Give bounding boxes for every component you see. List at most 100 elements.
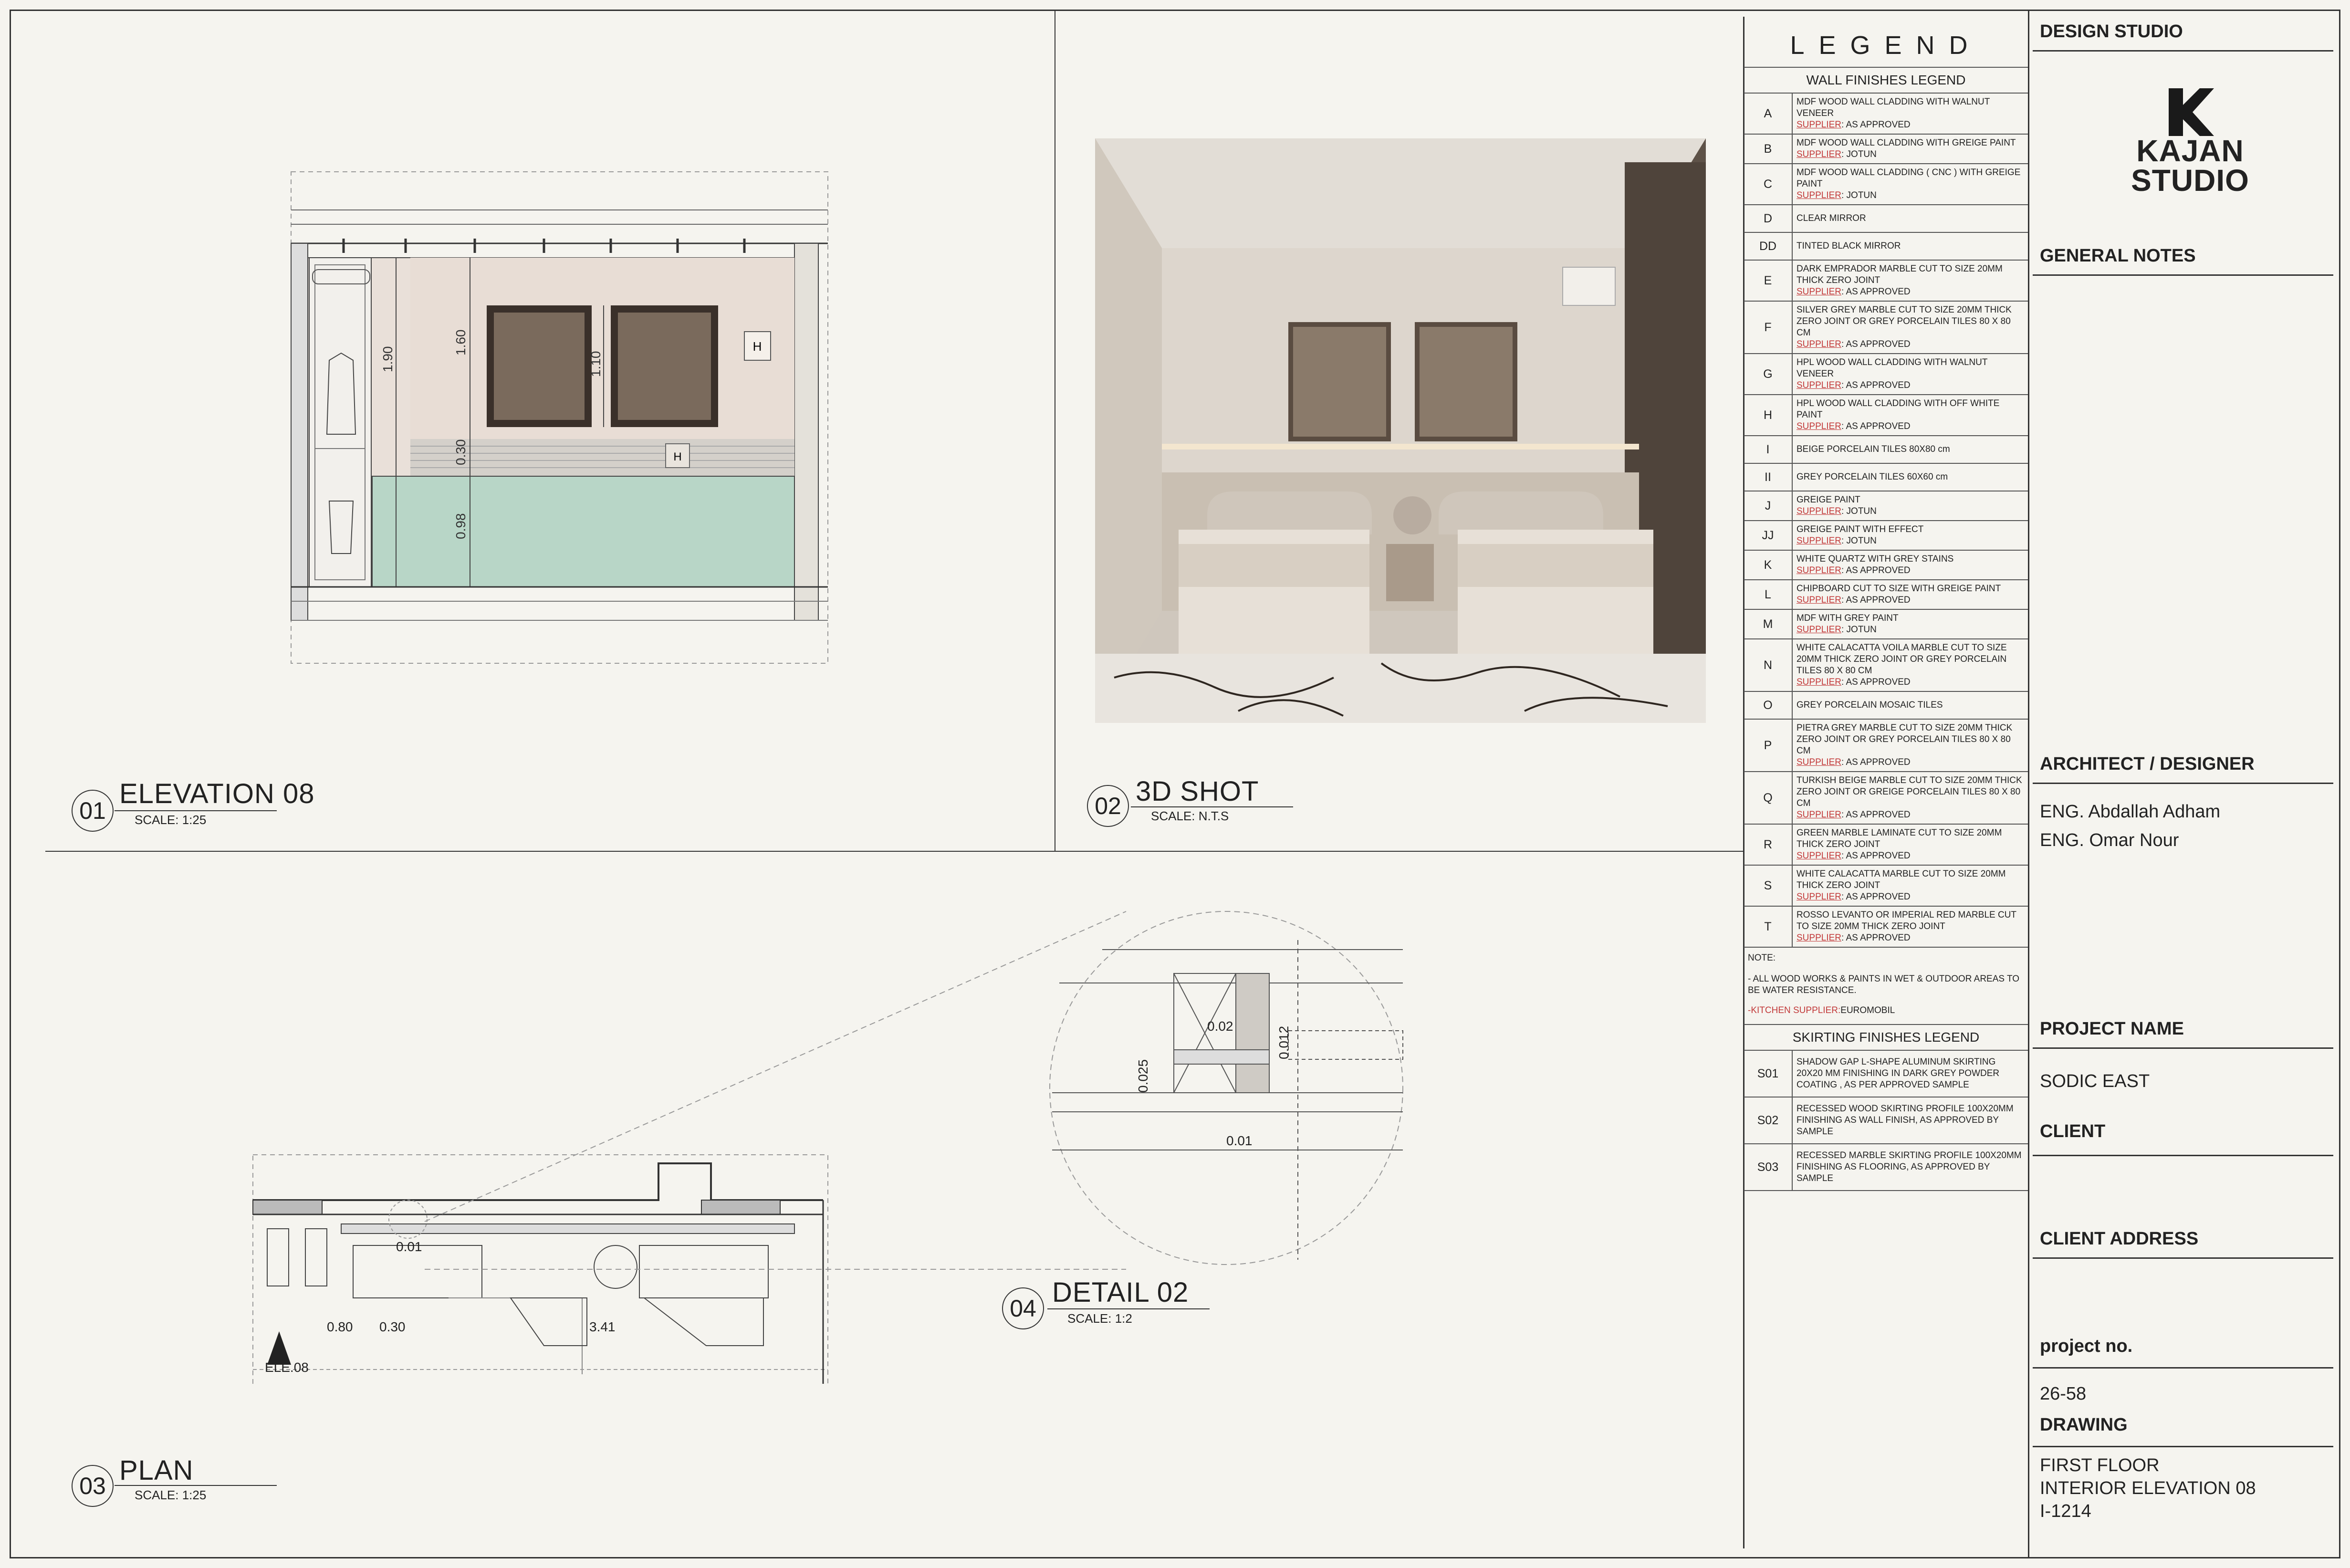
view-scale-detail: SCALE: 1:2 [1067,1311,1132,1326]
legend-description: TINTED BLACK MIRROR [1793,233,1905,260]
kitchen-supplier: -KITCHEN SUPPLIER:EUROMOBIL [1748,1005,2024,1016]
legend-row: B MDF WOOD WALL CLADDING WITH GREIGE PAIN… [1744,135,2028,164]
legend-code: K [1744,551,1793,579]
supplier-value: : AS APPROVED [1841,120,1911,130]
general-notes-label: GENERAL NOTES [2040,246,2196,266]
legend-text: ROSSO LEVANTO OR IMPERIAL RED MARBLE CUT… [1796,910,2016,931]
legend-code: R [1744,825,1793,865]
legend-description: MDF WOOD WALL CLADDING WITH WALNUT VENEE… [1793,94,2028,134]
supplier-value: : AS APPROVED [1841,933,1911,943]
client-address-label: CLIENT ADDRESS [2040,1229,2199,1249]
legend-panel: LEGEND WALL FINISHES LEGEND A MDF WOOD WA… [1744,17,2028,1548]
plan-elevation-tag: ELE.08 [265,1360,309,1375]
legend-supplier: SUPPLIER: JOTUN [1796,535,1923,547]
supplier-value: : JOTUN [1841,625,1877,635]
legend-description: GREY PORCELAIN MOSAIC TILES [1793,692,1947,719]
view-title-plan: PLAN [119,1455,194,1486]
legend-text: MDF WOOD WALL CLADDING WITH WALNUT VENEE… [1796,97,1990,118]
supplier-value: : AS APPROVED [1841,757,1911,767]
supplier-label: SUPPLIER [1796,421,1841,431]
legend-code: DD [1744,233,1793,260]
wall-finishes-title: WALL FINISHES LEGEND [1744,67,2028,94]
plan-dim-030: 0.30 [379,1319,406,1334]
skirting-finishes-title: SKIRTING FINISHES LEGEND [1744,1024,2028,1051]
legend-row: J GREIGE PAINT SUPPLIER: JOTUN [1744,491,2028,521]
view-number-04: 04 [1002,1287,1044,1329]
view-title-3d-shot: 3D SHOT [1136,776,1259,807]
legend-supplier: SUPPLIER: JOTUN [1796,149,2016,160]
legend-description: CHIPBOARD CUT TO SIZE WITH GREIGE PAINT S… [1793,580,2005,609]
view-title-elevation: ELEVATION 08 [119,778,315,809]
divider-title-block [2028,10,2029,1558]
legend-code: N [1744,639,1793,691]
kitchen-label: -KITCHEN SUPPLIER: [1748,1005,1841,1015]
skirting-code: S03 [1744,1144,1793,1190]
skirting-finishes-list: S01 SHADOW GAP L-SHAPE ALUMINUM SKIRTING … [1744,1051,2028,1191]
legend-heading: LEGEND [1790,31,1982,60]
legend-supplier: SUPPLIER: AS APPROVED [1796,757,2024,768]
kitchen-value: EUROMOBIL [1840,1005,1895,1015]
legend-row: G HPL WOOD WALL CLADDING WITH WALNUT VENE… [1744,354,2028,395]
legend-supplier: SUPPLIER: AS APPROVED [1796,850,2024,862]
note-label: NOTE: [1748,953,1776,963]
legend-supplier: SUPPLIER: AS APPROVED [1796,286,2024,298]
legend-description: MDF WOOD WALL CLADDING ( CNC ) WITH GREI… [1793,164,2028,204]
legend-row: N WHITE CALACATTA VOILA MARBLE CUT TO SIZ… [1744,639,2028,692]
supplier-value: : AS APPROVED [1841,287,1911,297]
legend-code: S [1744,866,1793,906]
legend-description: WHITE CALACATTA MARBLE CUT TO SIZE 20MM … [1793,866,2028,906]
legend-row: M MDF WITH GREY PAINT SUPPLIER: JOTUN [1744,610,2028,639]
legend-supplier: SUPPLIER: AS APPROVED [1796,932,2024,944]
legend-code: Q [1744,772,1793,824]
legend-text: HPL WOOD WALL CLADDING WITH WALNUT VENEE… [1796,357,1988,379]
supplier-label: SUPPLIER [1796,851,1841,861]
supplier-value: : JOTUN [1841,506,1877,516]
legend-code: J [1744,491,1793,520]
skirting-code: S02 [1744,1098,1793,1143]
studio-logo: KAJAN STUDIO [2121,88,2259,198]
legend-row: S WHITE CALACATTA MARBLE CUT TO SIZE 20MM… [1744,866,2028,907]
view-number-03: 03 [72,1465,114,1507]
legend-row: Q TURKISH BEIGE MARBLE CUT TO SIZE 20MM T… [1744,772,2028,825]
drawing-line-1: FIRST FLOOR [2040,1455,2160,1475]
supplier-label: SUPPLIER [1796,120,1841,130]
legend-code: H [1744,395,1793,435]
detail-dim-001: 0.01 [1226,1133,1253,1148]
legend-code: O [1744,692,1793,719]
supplier-label: SUPPLIER [1796,933,1841,943]
drawing-sheet: H H 1.90 1.60 1.10 0.30 0.98 0.01 0.80 0… [0,0,2350,1568]
supplier-value: : JOTUN [1841,536,1877,546]
legend-text: DARK EMPRADOR MARBLE CUT TO SIZE 20MM TH… [1796,264,2003,285]
supplier-label: SUPPLIER [1796,506,1841,516]
legend-description: WHITE QUARTZ WITH GREY STAINS SUPPLIER: A… [1793,551,1957,579]
legend-text: TURKISH BEIGE MARBLE CUT TO SIZE 20MM TH… [1796,775,2022,808]
legend-code: C [1744,164,1793,204]
supplier-value: : AS APPROVED [1841,339,1911,349]
title-block: DESIGN STUDIO KAJAN STUDIO GENERAL NOTES… [2030,17,2336,1548]
logo-line-2: STUDIO [2131,163,2249,198]
supplier-value: : AS APPROVED [1841,810,1911,820]
legend-code: L [1744,580,1793,609]
view-scale-elevation: SCALE: 1:25 [135,813,207,827]
plan-dim-080: 0.80 [327,1319,353,1334]
legend-code: G [1744,354,1793,394]
drawing-number: I-1214 [2040,1501,2091,1521]
skirting-row: S03 RECESSED MARBLE SKIRTING PROFILE 100X… [1744,1144,2028,1191]
view-number-02: 02 [1087,785,1129,827]
legend-text: MDF WOOD WALL CLADDING ( CNC ) WITH GREI… [1796,167,2021,189]
view-scale-plan: SCALE: 1:25 [135,1488,207,1502]
legend-description: GREEN MARBLE LAMINATE CUT TO SIZE 20MM T… [1793,825,2028,865]
legend-code: II [1744,464,1793,491]
supplier-label: SUPPLIER [1796,757,1841,767]
legend-text: WHITE CALACATTA VOILA MARBLE CUT TO SIZE… [1796,643,2007,676]
legend-text: BEIGE PORCELAIN TILES 80X80 cm [1796,444,1950,454]
legend-row: DD TINTED BLACK MIRROR [1744,233,2028,261]
legend-code: I [1744,436,1793,463]
legend-supplier: SUPPLIER: AS APPROVED [1796,677,2024,688]
legend-description: DARK EMPRADOR MARBLE CUT TO SIZE 20MM TH… [1793,261,2028,301]
detail-drawing: 0.02 0.012 0.025 0.01 [424,911,1403,1270]
skirting-row: S01 SHADOW GAP L-SHAPE ALUMINUM SKIRTING … [1744,1051,2028,1098]
legend-supplier: SUPPLIER: AS APPROVED [1796,595,2001,606]
architect-1: ENG. Abdallah Adham [2040,802,2221,822]
legend-text: GREIGE PAINT [1796,495,1860,505]
